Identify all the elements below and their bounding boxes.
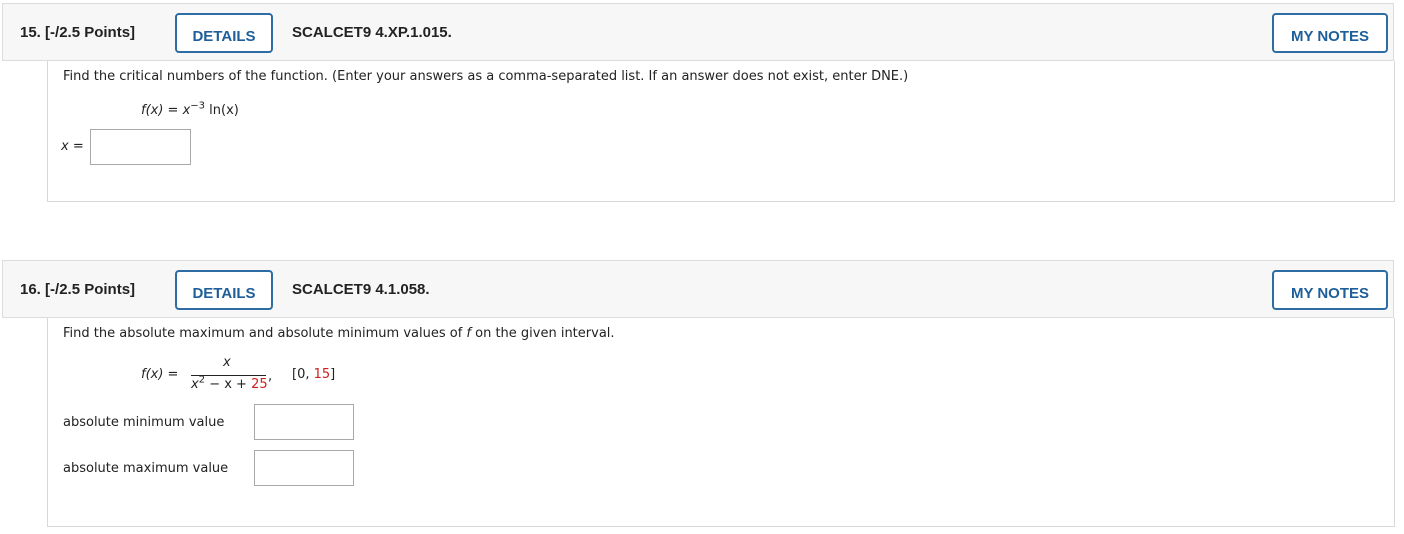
details-button-15[interactable]: DETAILS: [175, 13, 273, 53]
question-15-header: 15. [-/2.5 Points] DETAILS SCALCET9 4.XP…: [2, 3, 1394, 61]
question-15-number: 15. [-/2.5 Points]: [20, 24, 136, 41]
question-15-body: Find the critical numbers of the functio…: [47, 61, 1395, 202]
fraction-numerator: x: [223, 355, 231, 370]
absolute-max-input[interactable]: [254, 450, 354, 486]
critical-numbers-input[interactable]: [90, 129, 191, 165]
question-16-header: 16. [-/2.5 Points] DETAILS SCALCET9 4.1.…: [2, 260, 1394, 318]
question-16-body: Find the absolute maximum and absolute m…: [47, 318, 1395, 527]
question-16-prompt: Find the absolute maximum and absolute m…: [63, 326, 615, 341]
my-notes-button-16[interactable]: MY NOTES: [1272, 270, 1388, 310]
absolute-max-label: absolute maximum value: [63, 461, 229, 476]
function-lhs: f(x) =: [141, 367, 179, 382]
interval: [0, 15]: [292, 367, 336, 382]
question-15-code: SCALCET9 4.XP.1.015.: [292, 24, 452, 41]
question-15-function: f(x) = x−3 ln(x): [141, 100, 239, 118]
x-equals-label: x =: [61, 139, 84, 154]
question-16-code: SCALCET9 4.1.058.: [292, 281, 430, 298]
fraction-denominator: x2 − x + 25: [191, 374, 268, 392]
details-button-16[interactable]: DETAILS: [175, 270, 273, 310]
absolute-min-label: absolute minimum value: [63, 415, 225, 430]
fraction-comma: ,: [268, 369, 273, 384]
absolute-min-input[interactable]: [254, 404, 354, 440]
question-16-number: 16. [-/2.5 Points]: [20, 281, 136, 298]
question-15-prompt: Find the critical numbers of the functio…: [63, 69, 909, 84]
my-notes-button-15[interactable]: MY NOTES: [1272, 13, 1388, 53]
